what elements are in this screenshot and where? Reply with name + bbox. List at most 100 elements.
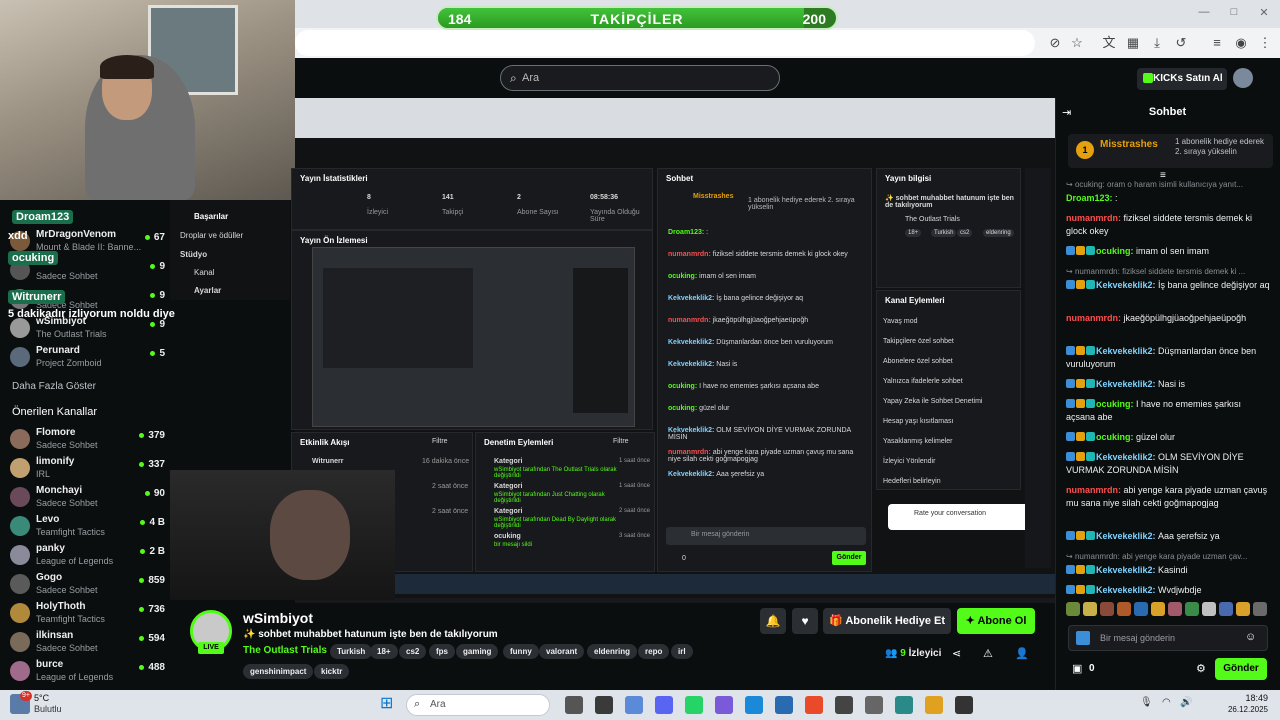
streamer-name[interactable]: wSimbiyot [243, 610, 313, 626]
user-avatar[interactable] [1233, 68, 1253, 88]
stream-tag[interactable]: valorant [539, 644, 585, 659]
mouse-icon[interactable] [865, 696, 883, 714]
emote[interactable] [1236, 602, 1250, 616]
channel-row[interactable]: panky League of Legends 2 B [10, 542, 165, 570]
chat-username[interactable]: Kekvekeklik2: [1096, 280, 1158, 290]
whatsapp-icon[interactable] [685, 696, 703, 714]
search-input[interactable] [500, 65, 780, 91]
settings-icon[interactable] [625, 696, 643, 714]
stream-category[interactable]: The Outlast Trials [243, 645, 327, 656]
chat-username[interactable]: Kekvekeklik2: [1096, 452, 1158, 462]
task-view-icon[interactable] [565, 696, 583, 714]
chat-username[interactable]: Kekvekeklik2: [1096, 346, 1158, 356]
emote[interactable] [1219, 602, 1233, 616]
chat-username[interactable]: numanmrdn: [1066, 313, 1124, 323]
app-icon[interactable] [955, 696, 973, 714]
inner-points: 0 [682, 555, 686, 562]
menu-dots-icon[interactable]: ⋮ [1256, 34, 1274, 52]
moderation-kind: Kategori [494, 483, 523, 490]
notification-bell-button[interactable]: 🔔 [760, 608, 786, 634]
share-icon[interactable]: ⋖ [952, 647, 961, 660]
channel-row[interactable]: HolyThoth Teamfight Tactics 736 [10, 600, 165, 628]
minimize-icon[interactable]: — [1195, 6, 1213, 20]
chat-username[interactable]: Kekvekeklik2: [1096, 565, 1158, 575]
emote[interactable] [1134, 602, 1148, 616]
bookmark-star-icon[interactable]: ☆ [1068, 34, 1086, 52]
channel-row[interactable]: Flomore Sadece Sohbet 379 [10, 426, 165, 454]
address-bar[interactable] [295, 30, 1035, 56]
emote[interactable] [1253, 602, 1267, 616]
gift-sub-button[interactable]: 🎁 Abonelik Hediye Et [823, 608, 951, 634]
calendar-icon[interactable] [895, 696, 913, 714]
report-icon[interactable]: ⚠ [983, 647, 993, 660]
channel-row[interactable]: Gogo Sadece Sohbet 859 [10, 571, 165, 599]
taskbar-search[interactable] [406, 694, 550, 716]
channel-row[interactable]: Perunard Project Zomboid 5 [10, 344, 165, 372]
channel-row[interactable]: Monchayi Sadece Sohbet 90 [10, 484, 165, 512]
chat-username[interactable]: numanmrdn: [1066, 213, 1124, 223]
start-icon[interactable]: ⊞ [380, 695, 398, 713]
stream-tag[interactable]: repo [638, 644, 670, 659]
chat-settings-icon[interactable]: ⚙ [1196, 662, 1206, 675]
stream-tag[interactable]: funny [503, 644, 539, 659]
mod-icon[interactable]: 👤 [1015, 647, 1029, 660]
chrome-icon[interactable] [925, 696, 943, 714]
channel-row[interactable]: Levo Teamfight Tactics 4 B [10, 513, 165, 541]
mic-icon[interactable]: 🎙 [1140, 697, 1153, 708]
channel-row[interactable]: burce League of Legends 488 [10, 658, 165, 686]
edge-icon[interactable] [745, 696, 763, 714]
clock-date[interactable]: 26.12.2025 [1210, 705, 1268, 714]
chat-username[interactable]: Droam123: [1066, 193, 1115, 203]
stream-tag[interactable]: 18+ [370, 644, 398, 659]
show-more-link[interactable]: Daha Fazla Göster [12, 381, 96, 392]
mail-icon[interactable] [775, 696, 793, 714]
emote[interactable] [1168, 602, 1182, 616]
store-icon[interactable] [805, 696, 823, 714]
history-icon[interactable]: ↺ [1172, 34, 1190, 52]
stream-tag[interactable]: eldenring [587, 644, 638, 659]
stream-tag[interactable]: genshinimpact [243, 664, 314, 679]
emote[interactable] [1117, 602, 1131, 616]
chat-username[interactable]: ocuking: [1096, 246, 1136, 256]
emoji-icon[interactable]: ☺ [1245, 631, 1256, 643]
emote[interactable] [1066, 602, 1080, 616]
calculator-icon[interactable] [835, 696, 853, 714]
chat-username[interactable]: Kekvekeklik2: [1096, 585, 1158, 595]
copilot-icon[interactable] [715, 696, 733, 714]
stream-tag[interactable]: fps [429, 644, 455, 659]
channel-row[interactable]: ilkinsan Sadece Sohbet 594 [10, 629, 165, 657]
emote[interactable] [1202, 602, 1216, 616]
emote[interactable] [1083, 602, 1097, 616]
file-explorer-icon[interactable] [595, 696, 613, 714]
profile-icon[interactable]: ◉ [1232, 34, 1250, 52]
reading-list-icon[interactable]: ≡ [1208, 34, 1226, 52]
emote[interactable] [1185, 602, 1199, 616]
chat-title: Sohbet [1148, 106, 1187, 118]
chat-username[interactable]: Kekvekeklik2: [1096, 379, 1158, 389]
maximize-icon[interactable]: □ [1225, 6, 1243, 20]
stream-tag[interactable]: cs2 [399, 644, 427, 659]
close-window-icon[interactable]: ✕ [1255, 6, 1273, 20]
clock-time[interactable]: 18:49 [1220, 693, 1268, 703]
download-icon[interactable]: ⤓ [1148, 34, 1166, 52]
channel-row[interactable]: limonify IRL 337 [10, 455, 165, 483]
stream-tag[interactable]: gaming [456, 644, 499, 659]
wifi-icon[interactable]: ◠ [1162, 697, 1171, 708]
chat-username[interactable]: numanmrdn: [1066, 485, 1124, 495]
send-button[interactable]: Gönder [1215, 658, 1267, 680]
stream-tag[interactable]: irl [671, 644, 693, 659]
chat-username[interactable]: ocuking: [1096, 432, 1136, 442]
extensions-icon[interactable]: ▦ [1124, 34, 1142, 52]
stream-tag[interactable]: Turkish [330, 644, 373, 659]
stream-tag[interactable]: kicktr [314, 664, 350, 679]
emote[interactable] [1100, 602, 1114, 616]
chat-username[interactable]: ocuking: [1096, 399, 1136, 409]
emote[interactable] [1151, 602, 1165, 616]
eye-off-icon[interactable]: ⊘ [1046, 34, 1064, 52]
translate-icon[interactable]: 文 [1100, 34, 1118, 52]
subscribe-button[interactable]: ✦ Abone Ol [957, 608, 1035, 634]
volume-icon[interactable]: 🔊 [1180, 697, 1192, 708]
follow-heart-button[interactable]: ♥ [792, 608, 818, 634]
discord-icon[interactable] [655, 696, 673, 714]
chat-username[interactable]: Kekvekeklik2: [1096, 531, 1158, 541]
